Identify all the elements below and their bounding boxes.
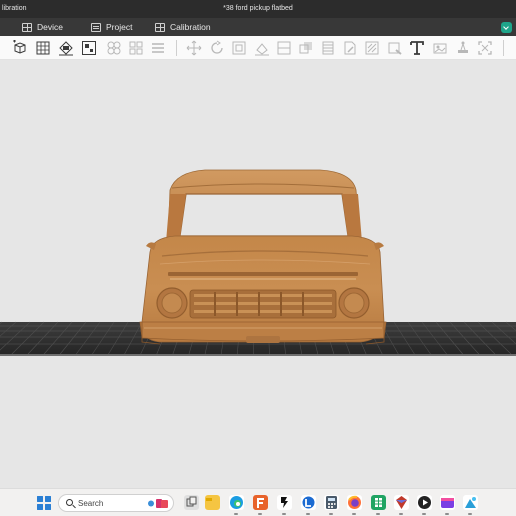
- windows-taskbar: Search: [0, 488, 516, 516]
- viewport-canvas[interactable]: [0, 60, 516, 488]
- tab-project-label: Project: [106, 22, 133, 32]
- device-icon: [22, 22, 32, 32]
- app-window: { "titlebar": { "left_text": "libration"…: [0, 0, 516, 516]
- front-bumper: [139, 321, 387, 343]
- main-toolbar: [0, 36, 516, 60]
- support-paint-icon[interactable]: [342, 40, 358, 56]
- rotate-icon[interactable]: [209, 40, 225, 56]
- text-icon[interactable]: [409, 40, 425, 56]
- search-placeholder: Search: [78, 499, 104, 508]
- boolean-icon[interactable]: [298, 40, 314, 56]
- layers-icon[interactable]: [150, 40, 166, 56]
- start-button[interactable]: [37, 496, 51, 510]
- firefox-icon[interactable]: [347, 495, 362, 515]
- task-view-icon[interactable]: [184, 495, 199, 510]
- file-explorer-icon[interactable]: [205, 495, 220, 510]
- truck-cab-model[interactable]: [139, 169, 387, 345]
- color-paint-icon[interactable]: [387, 40, 403, 56]
- arrange-icon[interactable]: [81, 40, 97, 56]
- project-icon: [91, 22, 101, 32]
- search-highlight-icon: [148, 499, 168, 508]
- toolbar-separator: [176, 40, 177, 56]
- photos-icon[interactable]: [463, 495, 478, 515]
- tab-calibration-label: Calibration: [170, 22, 211, 32]
- tab-device-label: Device: [37, 22, 63, 32]
- move-icon[interactable]: [186, 40, 202, 56]
- collapse-menu-button[interactable]: [501, 22, 512, 33]
- measure-icon[interactable]: [455, 40, 471, 56]
- calculator-icon[interactable]: [324, 495, 339, 515]
- tab-project[interactable]: Project: [91, 18, 132, 36]
- flashforge-icon[interactable]: [253, 495, 268, 515]
- 3d-app-icon[interactable]: [394, 495, 409, 515]
- auto-orient-icon[interactable]: [58, 40, 74, 56]
- slicer-icon[interactable]: [277, 495, 292, 515]
- split-parts-icon[interactable]: [128, 40, 144, 56]
- emboss-icon[interactable]: [432, 40, 448, 56]
- window-title: *38 ford pickup flatbed: [223, 5, 293, 12]
- tab-device[interactable]: Device: [22, 18, 63, 36]
- title-bar: libration *38 ford pickup flatbed: [0, 0, 516, 18]
- 3d-viewport[interactable]: [0, 60, 516, 488]
- bambu-icon[interactable]: [301, 495, 316, 515]
- sheets-icon[interactable]: [371, 495, 386, 515]
- split-objects-icon[interactable]: [106, 40, 122, 56]
- front-grille: [189, 289, 337, 319]
- edge-icon[interactable]: [229, 495, 244, 515]
- calibration-icon: [155, 22, 165, 32]
- upper-grille: [168, 272, 358, 280]
- clipchamp-icon[interactable]: [440, 495, 455, 515]
- add-object-icon[interactable]: [12, 40, 28, 56]
- tab-calibration[interactable]: Calibration: [155, 18, 211, 36]
- variable-layer-height-icon[interactable]: [320, 40, 336, 56]
- main-tab-bar: Device Project Calibration: [0, 18, 516, 36]
- media-player-icon[interactable]: [417, 495, 432, 515]
- scale-icon[interactable]: [231, 40, 247, 56]
- cut-icon[interactable]: [276, 40, 292, 56]
- add-plate-icon[interactable]: [35, 40, 51, 56]
- taskbar-search[interactable]: Search: [58, 494, 174, 512]
- search-icon: [66, 499, 73, 506]
- assembly-icon[interactable]: [477, 40, 493, 56]
- lay-on-face-icon[interactable]: [254, 40, 270, 56]
- toolbar-separator-end: [503, 40, 504, 56]
- seam-paint-icon[interactable]: [364, 40, 380, 56]
